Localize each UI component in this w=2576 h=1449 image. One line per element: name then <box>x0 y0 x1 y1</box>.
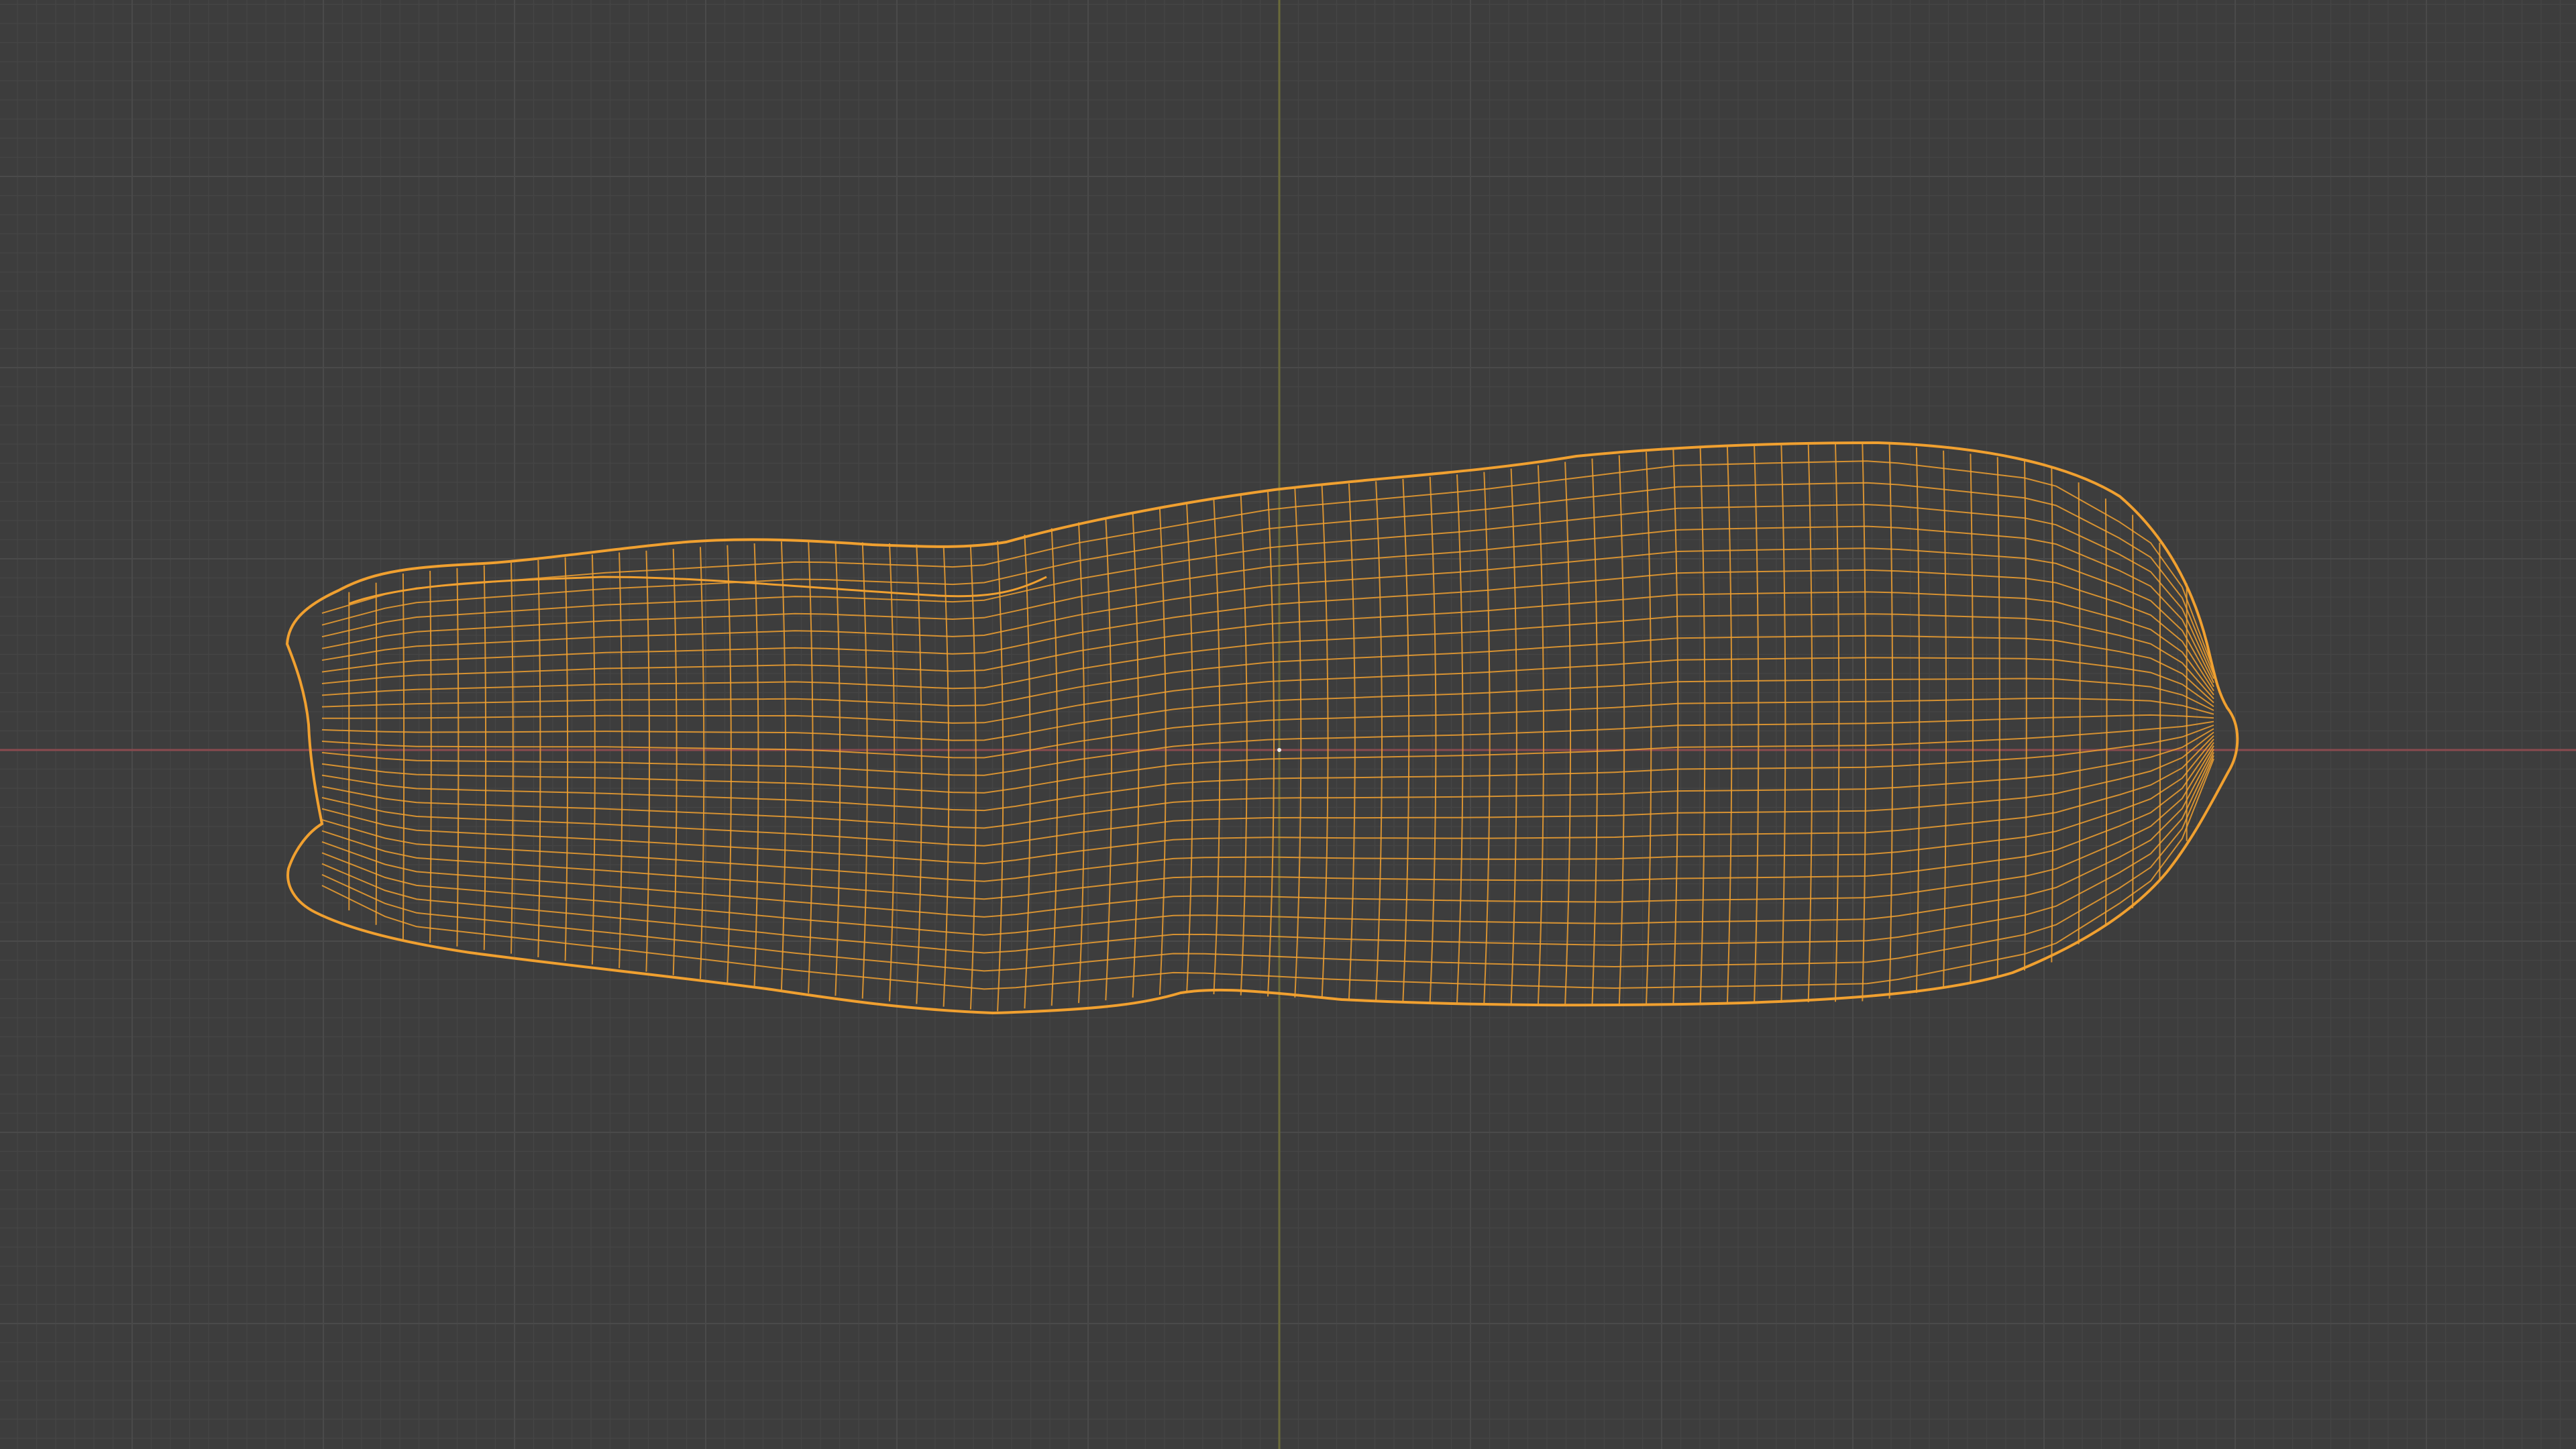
mesh-edge <box>537 559 541 958</box>
mesh-edge-loop <box>321 735 2214 865</box>
mesh-edge <box>2159 543 2161 880</box>
grid-major-lines <box>0 0 2576 1449</box>
mesh-edge-loop <box>321 749 2214 936</box>
mesh-edge <box>1510 468 1517 1004</box>
mesh-edge <box>1699 447 1706 1005</box>
mesh-edge <box>700 547 705 979</box>
mesh-edge-loop <box>321 635 2214 708</box>
mesh-edge <box>1483 472 1491 1004</box>
mesh-edge-loop <box>321 752 2214 954</box>
mesh-edge <box>1132 513 1140 998</box>
mesh-edge-loop <box>321 745 2214 918</box>
mesh-edge <box>564 557 569 961</box>
mesh-edge <box>2051 466 2054 963</box>
mesh-edge <box>1456 474 1464 1003</box>
mesh-edge <box>943 545 950 1007</box>
mesh-edge <box>375 582 378 925</box>
mesh-edge <box>1537 465 1544 1005</box>
mesh-edge <box>1429 476 1437 1002</box>
mesh-edge-loop <box>321 613 2214 700</box>
mesh-edge <box>645 550 651 972</box>
mesh-edge <box>1835 443 1840 1002</box>
viewport-canvas[interactable] <box>0 0 2576 1449</box>
mesh-edge <box>1078 522 1085 1004</box>
mesh-edge <box>727 545 732 983</box>
mesh-edge-loop <box>321 547 2214 688</box>
mesh-edge <box>1402 478 1410 1002</box>
mesh-edge <box>2078 482 2081 945</box>
mesh-edge <box>889 543 896 1002</box>
mesh-edge-loops <box>321 460 2214 990</box>
3d-viewport[interactable] <box>0 0 2576 1449</box>
mesh-edge <box>429 570 432 943</box>
mesh-edge <box>619 552 623 969</box>
mesh-edge <box>483 565 487 951</box>
mesh-edge-loop <box>321 739 2214 882</box>
mesh-edge <box>1105 517 1112 1001</box>
mesh-edge <box>916 544 922 1004</box>
mesh-edge-loop <box>321 742 2214 900</box>
origin-dot-icon <box>1277 748 1281 752</box>
wireframe-mesh[interactable] <box>285 441 2239 1015</box>
mesh-edge <box>672 549 678 975</box>
mesh-edge <box>753 543 759 986</box>
mesh-edge-loop <box>321 714 2214 776</box>
mesh-edge <box>1024 534 1031 1009</box>
mesh-edge-loop <box>321 697 2214 759</box>
grid-minor-lines <box>0 0 2576 1449</box>
mesh-edge-loop <box>321 720 2214 794</box>
mesh-edge <box>2104 498 2108 926</box>
mesh-edge-loop <box>321 482 2214 675</box>
mesh-edge <box>511 562 514 954</box>
mesh-edge <box>1996 457 2000 977</box>
mesh-edge <box>1051 528 1059 1006</box>
mesh-edge <box>402 573 405 940</box>
mesh-edge-loop <box>322 657 2214 724</box>
